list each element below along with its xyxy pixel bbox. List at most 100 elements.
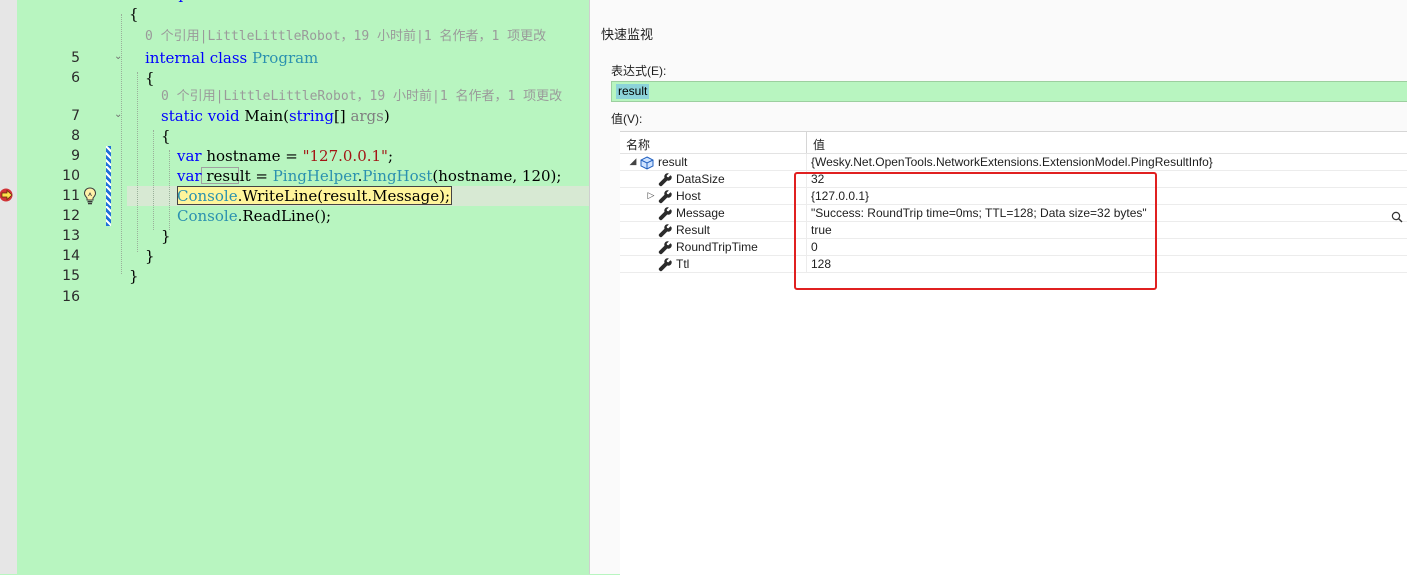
code-token: } — [129, 267, 139, 285]
code-text: var hostname = "127.0.0.1"; — [177, 146, 393, 166]
wrench-property-icon — [658, 189, 672, 204]
code-token: { — [161, 127, 171, 145]
column-header-name[interactable]: 名称 — [626, 136, 650, 153]
line-number: 7 — [71, 108, 80, 124]
wrench-property-icon — [658, 257, 672, 272]
wrench-property-icon — [658, 240, 672, 255]
code-token: .WriteLine(result.Message); — [237, 187, 451, 205]
code-text: { — [145, 68, 155, 88]
code-text: Console.ReadLine(); — [177, 206, 331, 226]
code-token: Console — [177, 187, 238, 205]
code-text: { — [161, 126, 171, 146]
code-line[interactable]: 7 static void Main(string[] args) — [0, 106, 590, 126]
code-token: Program — [252, 49, 319, 67]
line-number: 16 — [62, 289, 80, 305]
code-token: result = — [201, 167, 273, 185]
expression-label: 表达式(E): — [611, 64, 667, 78]
column-header-value[interactable]: 值 — [813, 136, 825, 153]
wrench-property-icon — [658, 223, 672, 238]
code-token: var — [177, 147, 202, 165]
code-line[interactable]: 16 — [0, 287, 590, 307]
line-number: 12 — [62, 208, 80, 224]
code-text: static void Main(string[] args) — [161, 106, 390, 126]
code-text: } — [161, 226, 171, 246]
code-text: Console.WriteLine(result.Message); — [177, 186, 450, 206]
wrench-property-icon — [658, 172, 672, 187]
code-line[interactable]: 14} — [0, 246, 590, 266]
code-token: static — [161, 107, 203, 125]
code-token: PingHost — [362, 167, 433, 185]
cell-divider — [806, 154, 807, 171]
lightbulb-icon[interactable] — [83, 187, 97, 205]
code-token: Console — [177, 207, 238, 225]
code-token: namespace — [129, 0, 214, 3]
codelens-info[interactable]: 0 个引用|LittleLittleRobot，19 小时前|1 名作者，1 项… — [161, 87, 562, 107]
expression-input[interactable]: result — [611, 81, 1407, 102]
watch-name: result — [658, 155, 688, 169]
watch-name: Host — [676, 189, 701, 203]
line-number: 9 — [71, 148, 80, 164]
code-token: var — [177, 167, 202, 185]
code-token: TestConsole — [214, 0, 306, 3]
annotation-highlight-box — [794, 172, 1157, 290]
code-token: ) — [383, 107, 390, 125]
watch-row[interactable]: ◢ result {Wesky.Net.OpenTools.NetworkExten… — [620, 154, 1407, 171]
code-token: } — [145, 247, 155, 265]
grid-header: 名称 值 — [620, 132, 1407, 154]
expanded-triangle-icon[interactable]: ◢ — [628, 156, 638, 168]
column-resize-handle[interactable] — [806, 132, 807, 153]
code-editor[interactable]: ⌄ ⌄ 4namespaceTestConsole{0 个引用|LittleLi… — [0, 0, 590, 574]
line-number: 8 — [71, 128, 80, 144]
code-text: } — [145, 246, 155, 266]
watch-name: RoundTripTime — [676, 240, 758, 254]
dialog-title: 快速监视 — [601, 27, 654, 42]
code-token: { — [145, 69, 155, 87]
code-line[interactable]: 5 internal class Program — [0, 48, 590, 68]
execution-pointer-icon — [0, 188, 13, 202]
expand-triangle-icon[interactable]: ▷ — [646, 190, 656, 202]
code-token: } — [161, 227, 171, 245]
code-line[interactable]: 10 var result = PingHelper.PingHost(hostn… — [0, 166, 590, 186]
watch-name: Result — [676, 223, 711, 237]
code-line[interactable]: 8{ — [0, 126, 590, 146]
code-token: "127.0.0.1" — [302, 147, 388, 165]
code-line[interactable]: 0 个引用|LittleLittleRobot，19 小时前|1 名作者，1 项… — [0, 87, 590, 107]
code-line[interactable]: 12 Console.ReadLine(); — [0, 206, 590, 226]
code-token: ; — [387, 147, 394, 165]
line-number: 10 — [62, 168, 80, 184]
line-number: 6 — [71, 70, 80, 86]
line-number: 5 — [71, 50, 80, 66]
code-line[interactable]: { — [0, 4, 590, 24]
code-token: .ReadLine(); — [237, 207, 332, 225]
code-token: string — [288, 107, 334, 125]
code-line[interactable]: 9 var hostname = "127.0.0.1"; — [0, 146, 590, 166]
code-text: } — [129, 266, 139, 286]
line-number: 11 — [62, 188, 80, 204]
expression-value[interactable]: result — [616, 84, 650, 99]
code-line[interactable]: 13} — [0, 226, 590, 246]
value-label: 值(V): — [611, 112, 643, 126]
line-number: 13 — [62, 228, 80, 244]
codelens-info[interactable]: 0 个引用|LittleLittleRobot，19 小时前|1 名作者，1 项… — [145, 27, 546, 47]
watch-name: DataSize — [676, 172, 725, 186]
watch-name: Message — [676, 206, 725, 220]
code-token: class — [209, 49, 248, 67]
code-line[interactable]: 0 个引用|LittleLittleRobot，19 小时前|1 名作者，1 项… — [0, 27, 590, 47]
code-line[interactable]: 15} — [0, 266, 590, 286]
watch-value[interactable]: {Wesky.Net.OpenTools.NetworkExtensions.E… — [811, 155, 1213, 170]
line-number: 15 — [62, 268, 80, 284]
code-text: internal class Program — [145, 48, 318, 68]
line-number: 14 — [62, 248, 80, 264]
wrench-property-icon — [658, 206, 672, 221]
code-token: [] — [333, 107, 351, 125]
code-token: args — [350, 107, 384, 125]
code-text: { — [129, 4, 139, 24]
object-icon — [640, 155, 654, 170]
code-line[interactable]: 6{ — [0, 68, 590, 88]
code-token: (hostname, 120); — [432, 167, 562, 185]
code-token: Main( — [239, 107, 289, 125]
code-token: { — [129, 5, 139, 23]
magnifier-icon[interactable] — [1391, 208, 1403, 223]
code-token: void — [207, 107, 240, 125]
code-token: PingHelper — [272, 167, 358, 185]
